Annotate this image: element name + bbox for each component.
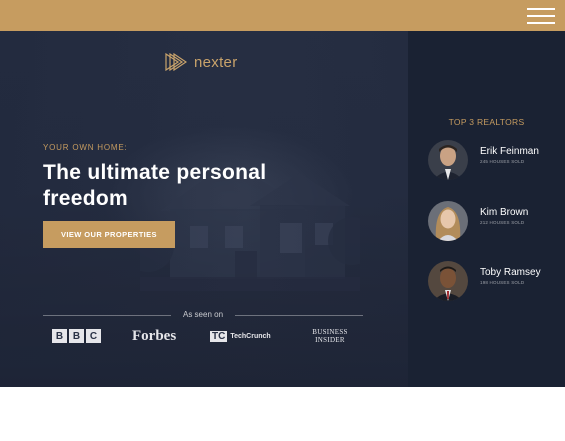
divider-line xyxy=(235,315,363,316)
hamburger-menu-icon[interactable] xyxy=(527,6,555,26)
realtor-card[interactable]: Toby Ramsey 198 HOUSES SOLD xyxy=(428,261,558,301)
forbes-logo: Forbes xyxy=(132,327,177,344)
realtor-name: Erik Feinman xyxy=(480,146,539,157)
realtors-title: TOP 3 REALTORS xyxy=(448,117,525,127)
press-logos: B B C Forbes TC TechCrunch BUSINESS INSI… xyxy=(52,326,362,346)
business-insider-line: BUSINESS xyxy=(312,328,348,336)
as-seen-on-divider: As seen on xyxy=(43,308,363,322)
realtors-sidebar: TOP 3 REALTORS Erik Feinman 245 HOUSES S… xyxy=(408,31,565,387)
hero-eyebrow: YOUR OWN HOME: xyxy=(43,143,128,152)
brand-logo[interactable]: nexter xyxy=(165,51,238,73)
bbc-letter: B xyxy=(69,329,84,343)
realtor-houses-sold: 212 HOUSES SOLD xyxy=(480,220,525,225)
realtor-houses-sold: 198 HOUSES SOLD xyxy=(480,280,525,285)
avatar xyxy=(428,140,468,180)
bbc-letter: B xyxy=(52,329,67,343)
menu-line xyxy=(527,15,555,17)
avatar xyxy=(428,201,468,241)
menu-line xyxy=(527,8,555,10)
techcrunch-text: TechCrunch xyxy=(230,332,271,340)
top-bar xyxy=(0,0,565,31)
business-insider-logo: BUSINESS INSIDER xyxy=(310,326,350,346)
menu-line xyxy=(527,22,555,24)
techcrunch-logo: TC TechCrunch xyxy=(210,326,271,346)
realtor-card[interactable]: Kim Brown 212 HOUSES SOLD xyxy=(428,201,558,241)
realtor-name: Kim Brown xyxy=(480,207,529,218)
view-properties-button[interactable]: VIEW OUR PROPERTIES xyxy=(43,221,175,248)
realtor-card[interactable]: Erik Feinman 245 HOUSES SOLD xyxy=(428,140,558,180)
realtor-houses-sold: 245 HOUSES SOLD xyxy=(480,159,525,164)
bbc-logo: B B C xyxy=(52,326,101,346)
business-insider-line: INSIDER xyxy=(315,336,345,344)
techcrunch-mark: TC xyxy=(210,330,228,342)
hero-headline: The ultimate personal freedom xyxy=(43,161,267,210)
bbc-letter: C xyxy=(86,329,101,343)
logo-text: nexter xyxy=(194,53,238,71)
realtor-name: Toby Ramsey xyxy=(480,267,541,278)
triangle-play-logo-icon xyxy=(165,53,187,71)
avatar xyxy=(428,261,468,301)
